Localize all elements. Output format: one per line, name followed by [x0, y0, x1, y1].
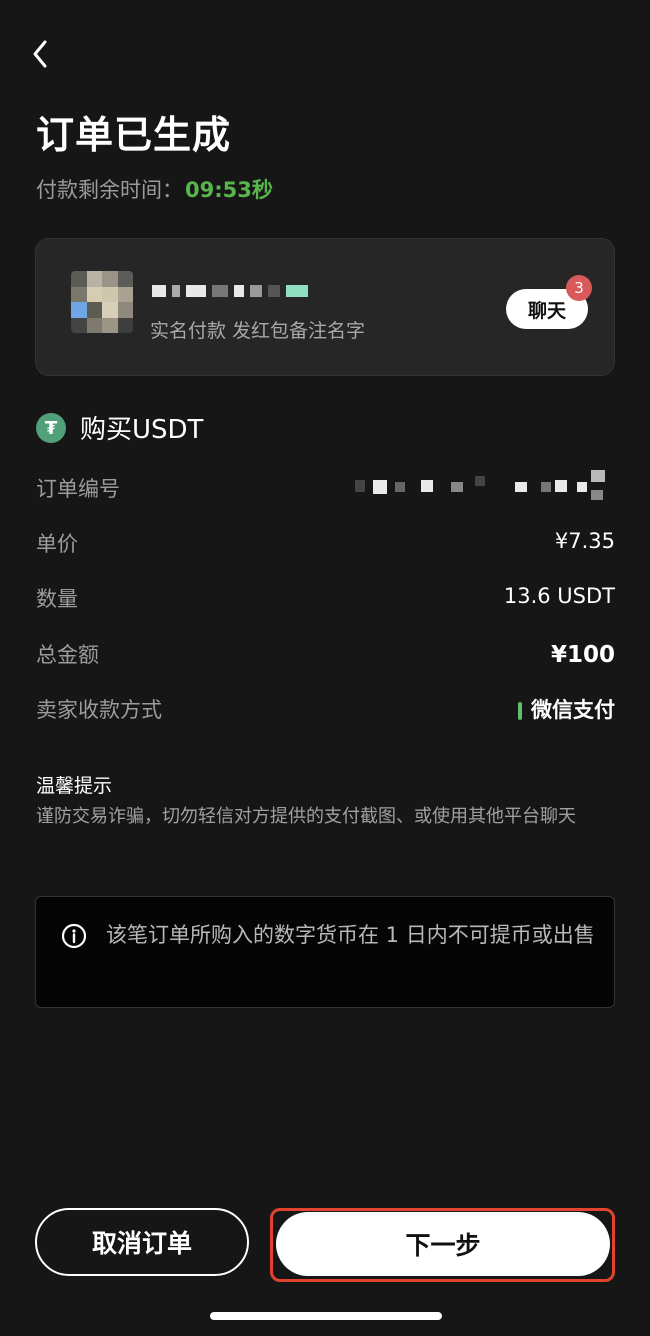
merchant-name-redacted	[152, 284, 332, 298]
unread-badge: 3	[566, 275, 592, 301]
cancel-order-button[interactable]: 取消订单	[35, 1208, 249, 1276]
merchant-note: 实名付款 发红包备注名字	[150, 320, 366, 342]
home-indicator[interactable]	[210, 1312, 442, 1320]
payment-method-text: 微信支付	[531, 698, 615, 722]
page-title: 订单已生成	[36, 113, 232, 157]
total-amount-value: ¥100	[550, 642, 615, 668]
quantity-value: 13.6 USDT	[503, 584, 615, 608]
next-step-button[interactable]: 下一步	[276, 1212, 610, 1276]
payment-method-label: 卖家收款方式	[36, 698, 162, 722]
order-type-title: 购买USDT	[80, 415, 204, 445]
usdt-icon: ₮	[36, 413, 66, 443]
order-number-label: 订单编号	[36, 477, 120, 501]
back-button[interactable]	[28, 38, 56, 70]
notice-text: 该笔订单所购入的数字货币在 1 日内不可提币或出售	[106, 923, 595, 947]
next-step-label: 下一步	[405, 1231, 481, 1260]
chevron-left-icon	[33, 40, 47, 68]
timer-label: 付款剩余时间：	[36, 178, 183, 202]
quantity-label: 数量	[36, 587, 78, 611]
info-icon	[61, 923, 87, 949]
payment-timer: 付款剩余时间： 09:53秒	[36, 174, 273, 204]
merchant-card: 实名付款 发红包备注名字 聊天 3	[35, 238, 615, 376]
cancel-order-label: 取消订单	[91, 1229, 192, 1258]
avatar	[71, 271, 133, 333]
unit-price-label: 单价	[36, 532, 78, 556]
total-amount-label: 总金额	[36, 643, 99, 667]
order-number-redacted	[355, 470, 615, 500]
tips-title: 温馨提示	[36, 775, 113, 797]
tips-text: 谨防交易诈骗，切勿轻信对方提供的支付截图、或使用其他平台聊天	[36, 806, 576, 827]
notice-box: 该笔订单所购入的数字货币在 1 日内不可提币或出售	[35, 896, 615, 1008]
payment-method-value: 微信支付	[518, 694, 615, 724]
unit-price-value: ¥7.35	[554, 529, 615, 553]
timer-value: 09:53秒	[185, 178, 273, 202]
chat-button-label: 聊天	[527, 299, 566, 322]
wechat-pay-indicator	[518, 702, 522, 720]
